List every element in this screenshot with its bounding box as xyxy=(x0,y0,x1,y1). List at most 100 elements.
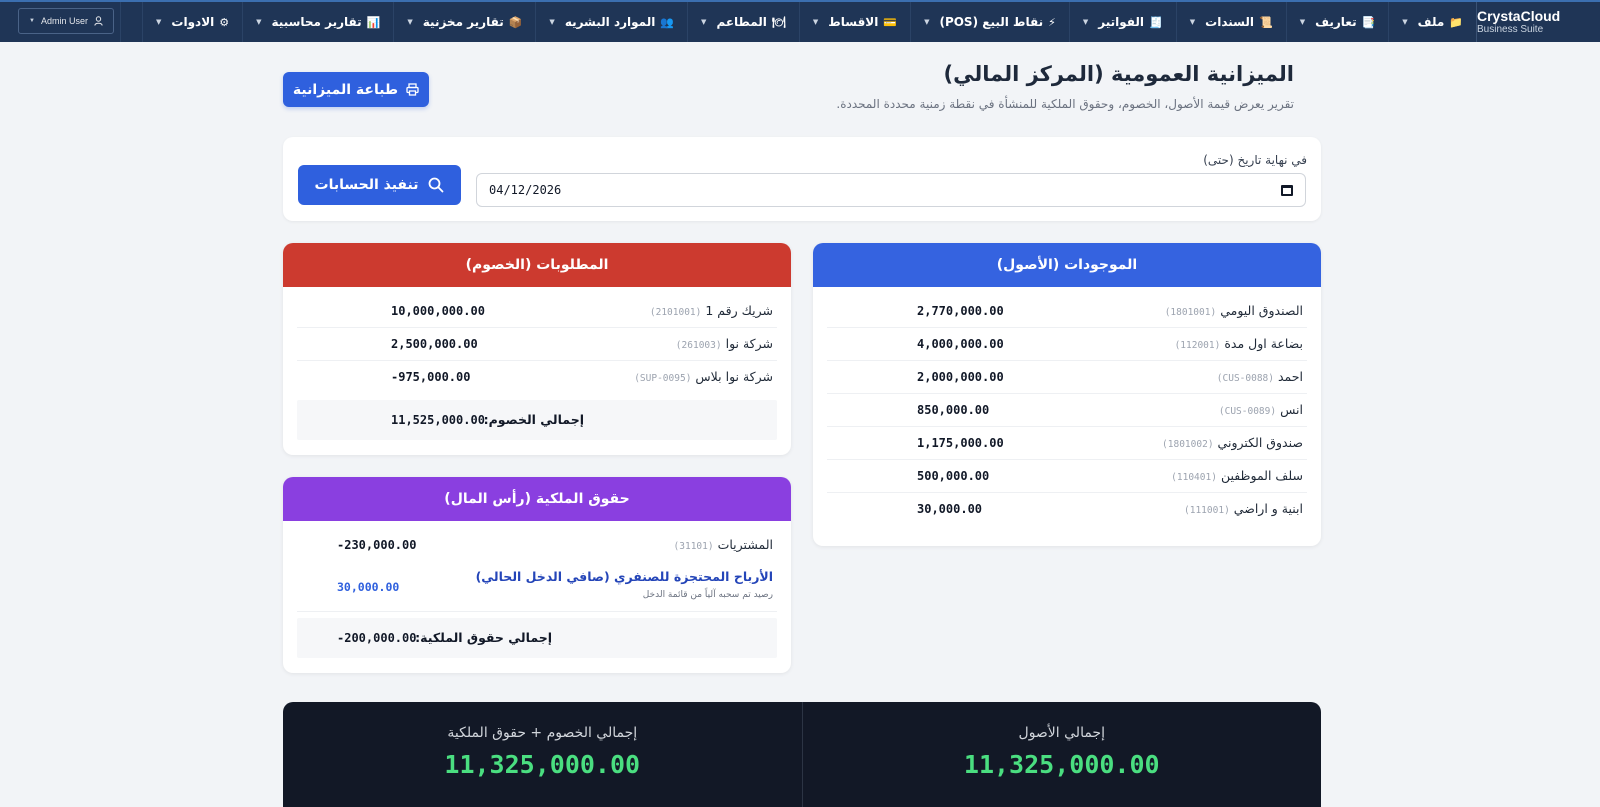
equity-total-value: -200,000.00 xyxy=(337,631,417,645)
user-menu-button[interactable]: ▼ Admin User xyxy=(18,8,114,34)
page-title: الميزانية العمومية (المركز المالي) xyxy=(943,62,1295,86)
filter-card: في نهاية تاريخ (حتى) 04/12/2026 تنفيذ ال… xyxy=(283,137,1321,221)
asset-row: سلف الموظفين(110401) 500,000.00 xyxy=(827,460,1307,493)
account-name: احمد (CUS-0088) xyxy=(1217,369,1303,384)
account-label: شركة نوا xyxy=(725,336,773,351)
menu-item-8[interactable]: 📦 تقارير مخزنية ▼ xyxy=(393,2,535,42)
printer-icon xyxy=(406,83,419,96)
liability-row: شركة نوا بلاس(SUP-0095) -975,000.00 xyxy=(297,361,777,394)
chevron-down-icon: ▼ xyxy=(29,18,35,24)
account-amount: 500,000.00 xyxy=(917,469,990,483)
account-code: (31101) xyxy=(673,541,714,552)
account-amount: -975,000.00 xyxy=(391,370,471,384)
account-label: ابنية و اراضي xyxy=(1233,501,1303,516)
account-code: (112001) xyxy=(1174,340,1221,351)
account-label: بضاعة اول مدة xyxy=(1224,336,1303,351)
account-code: (261003) xyxy=(675,340,722,351)
account-label: المشتريات xyxy=(717,537,773,552)
account-amount: 2,500,000.00 xyxy=(391,337,478,351)
end-date-input[interactable]: 04/12/2026 xyxy=(476,173,1306,207)
asset-row: احمد (CUS-0088) 2,000,000.00 xyxy=(827,361,1307,394)
equity-header: حقوق الملكية (رأس المال) xyxy=(283,477,791,521)
account-name: الصندوق اليومي(1801001) xyxy=(1165,303,1303,318)
menu-item-0[interactable]: 📁 ملف ▼ xyxy=(1388,2,1476,42)
account-label: سلف الموظفين xyxy=(1220,468,1303,483)
account-amount: 4,000,000.00 xyxy=(917,337,1004,351)
account-code: (CUS-0088) xyxy=(1216,373,1274,384)
assets-header: الموجودات (الأصول) xyxy=(813,243,1321,287)
account-label: صندوق الكتروني xyxy=(1217,435,1303,450)
menu-item-label: الموارد البشريه xyxy=(564,15,656,29)
summary-panel: إجمالي الأصول 11,325,000.00 إجمالي الخصو… xyxy=(283,702,1321,807)
restaurant-icon: 🍽 xyxy=(771,15,786,29)
menu-item-3[interactable]: 🧾 الفواتير ▼ xyxy=(1068,2,1176,42)
gear-icon: ⚙ xyxy=(219,15,230,29)
execute-button-label: تنفيذ الحسابات xyxy=(314,177,419,193)
execute-calculations-button[interactable]: تنفيذ الحسابات xyxy=(298,165,461,205)
chevron-down-icon: ▼ xyxy=(156,18,162,26)
total-liabilities-equity-summary: إجمالي الخصوم + حقوق الملكية 11,325,000.… xyxy=(283,702,803,807)
account-name: ابنية و اراضي(111001) xyxy=(1184,501,1303,516)
total-liabilities-equity-value: 11,325,000.00 xyxy=(444,750,641,779)
account-code: (110401) xyxy=(1171,472,1217,483)
account-code: (2101001) xyxy=(649,307,702,318)
liabilities-total-value: 11,525,000.00 xyxy=(391,413,485,427)
account-amount: -230,000.00 xyxy=(337,538,417,552)
equity-row: المشتريات(31101) -230,000.00 xyxy=(297,529,777,562)
liability-row: شريك رقم 1(2101001) 10,000,000.00 xyxy=(297,295,777,328)
liabilities-total-label: إجمالي الخصوم: xyxy=(483,412,584,427)
people-icon: 👥 xyxy=(660,15,675,29)
assets-list: الصندوق اليومي(1801001) 2,770,000.00 بضاعة… xyxy=(813,287,1321,526)
menu-item-label: السندات xyxy=(1205,15,1254,29)
account-name: شريك رقم 1(2101001) xyxy=(650,303,773,318)
folder-icon: 📁 xyxy=(1449,15,1463,29)
brand-name: CrystaCloud xyxy=(1477,8,1561,24)
main-menu: 📁 ملف ▼ 📑 تعاريف ▼ 📜 السندات ▼ 🧾 الفواتير ▼ ⚡ نقاط ال… xyxy=(142,2,1476,42)
menu-item-6[interactable]: 🍽 المطاعم ▼ xyxy=(687,2,799,42)
account-amount: 1,175,000.00 xyxy=(917,436,1004,450)
menu-item-5[interactable]: 💳 الاقساط ▼ xyxy=(798,2,910,42)
print-balance-sheet-button[interactable]: طباعة الميزانية xyxy=(283,72,429,107)
chevron-down-icon: ▼ xyxy=(701,18,707,26)
account-code: (111001) xyxy=(1184,505,1230,516)
account-amount: 850,000.00 xyxy=(917,403,990,417)
account-label: احمد xyxy=(1278,369,1303,384)
navbar-divider xyxy=(120,2,121,42)
chevron-down-icon: ▼ xyxy=(1189,18,1196,26)
liabilities-list: شريك رقم 1(2101001) 10,000,000.00 شركة نوا… xyxy=(283,287,791,394)
print-button-label: طباعة الميزانية xyxy=(292,81,399,98)
menu-item-7[interactable]: 👥 الموارد البشريه ▼ xyxy=(535,2,687,42)
account-code: (CUS-0089) xyxy=(1218,406,1277,417)
menu-item-2[interactable]: 📜 السندات ▼ xyxy=(1175,2,1286,42)
page-subtitle: تقرير يعرض قيمة الأصول، الخصوم، وحقوق ال… xyxy=(836,97,1294,111)
menu-item-10[interactable]: ⚙ الادوات ▼ xyxy=(142,2,242,42)
chevron-down-icon: ▼ xyxy=(1082,18,1089,26)
asset-row: انس(CUS-0089) 850,000.00 xyxy=(827,394,1307,427)
chevron-down-icon: ▼ xyxy=(256,18,262,26)
asset-row: الصندوق اليومي(1801001) 2,770,000.00 xyxy=(827,295,1307,328)
account-amount: 30,000.00 xyxy=(917,502,983,516)
user-icon xyxy=(94,16,103,26)
box-icon: 📦 xyxy=(508,15,523,29)
retained-earnings-link[interactable]: الأرباح المحتجزة للصنفري (صافي الدخل الح… xyxy=(476,569,773,584)
date-filter-label: في نهاية تاريخ (حتى) xyxy=(1203,153,1307,167)
menu-item-label: نقاط البيع (POS) xyxy=(939,15,1044,29)
retained-earnings-note: رصيد تم سحبه آلياً من قائمة الدخل xyxy=(642,590,773,600)
menu-item-4[interactable]: ⚡ نقاط البيع (POS) ▼ xyxy=(910,2,1069,42)
asset-row: ابنية و اراضي(111001) 30,000.00 xyxy=(827,493,1307,526)
definitions-icon: 📑 xyxy=(1361,15,1376,29)
calendar-icon[interactable] xyxy=(1281,184,1293,196)
equity-rows: المشتريات(31101) -230,000.00 xyxy=(297,529,777,562)
chevron-down-icon: ▼ xyxy=(407,18,413,26)
menu-item-label: تقارير مخزنية xyxy=(422,15,504,29)
invoice-icon: 🧾 xyxy=(1149,15,1163,29)
menu-item-1[interactable]: 📑 تعاريف ▼ xyxy=(1285,2,1389,42)
total-assets-label: إجمالي الأصول xyxy=(1018,725,1105,741)
menu-item-9[interactable]: 📊 تقارير محاسبية ▼ xyxy=(242,2,393,42)
account-name: انس(CUS-0089) xyxy=(1219,402,1303,417)
equity-total-row: إجمالي حقوق الملكية: -200,000.00 xyxy=(297,618,777,658)
liabilities-card: المطلوبات (الخصوم) شريك رقم 1(2101001) 10… xyxy=(283,243,791,455)
search-icon xyxy=(429,177,444,193)
top-navbar: CrystaCloud Business Suite 📁 ملف ▼ 📑 تعاريف ▼… xyxy=(0,0,1600,42)
brand-logo[interactable]: CrystaCloud Business Suite xyxy=(1476,2,1600,42)
